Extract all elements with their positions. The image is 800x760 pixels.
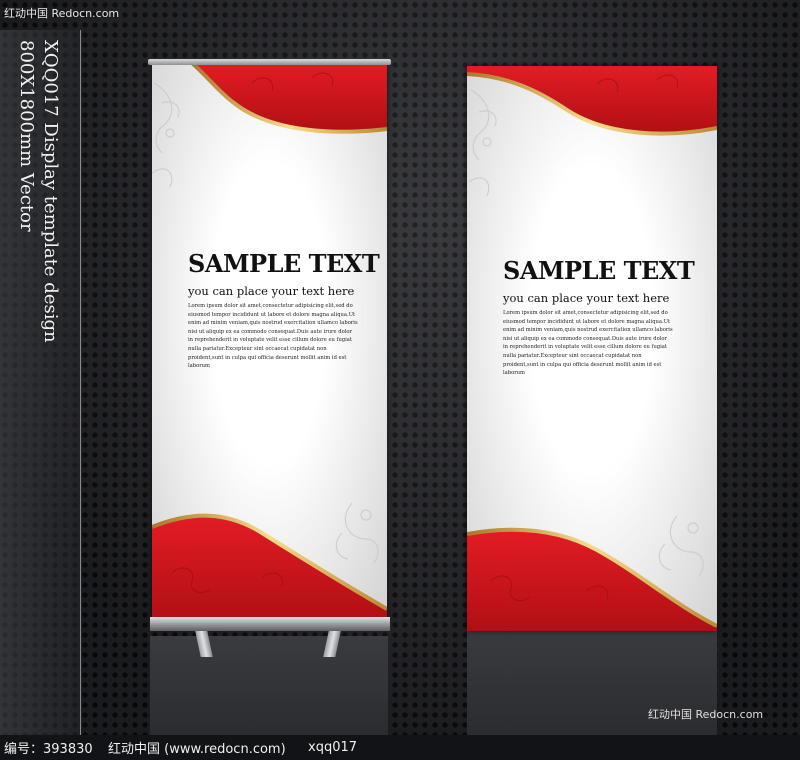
right-banner-body: Lorem ipsum dolor sit amet,consectetur a… [503,310,673,377]
left-banner: SAMPLE TEXT you can place your text here… [152,63,387,619]
footer-code: 编号：393830 [4,742,93,757]
left-banner-top-bar [148,59,391,65]
left-stand-base [150,636,388,735]
side-title-text: XQQ017 Display template design [40,40,61,343]
left-banner-subtitle: you can place your text here [188,284,355,298]
watermark-corner: 红动中国 Redocn.com [648,708,764,721]
floral-ornament-icon [152,82,180,188]
right-banner-title: SAMPLE TEXT [503,256,695,285]
footer-bar: 编号：393830 红动中国 (www.redocn.com) xqq017 [0,735,800,760]
footer-id: xqq017 [308,740,358,755]
left-banner-body: Lorem ipsum dolor sit amet,consectetur a… [188,303,358,370]
left-banner-text-block: SAMPLE TEXT you can place your text here… [188,249,380,371]
floral-ornament-icon [468,89,497,197]
footer-site-link[interactable]: 红动中国 (www.redocn.com) [108,738,286,757]
right-banner-text-block: SAMPLE TEXT you can place your text here… [503,256,695,378]
left-banner-title: SAMPLE TEXT [188,249,380,278]
watermark-top: 红动中国 Redocn.com [4,7,120,20]
side-size-text: 800X1800mm Vector [16,40,37,232]
right-banner-subtitle: you can place your text here [503,291,670,305]
right-banner: SAMPLE TEXT you can place your text here… [467,66,717,631]
perforated-metal-background: 红动中国 Redocn.com XQQ017 Display template … [0,0,800,735]
left-stand-bottom-bar [150,617,390,631]
